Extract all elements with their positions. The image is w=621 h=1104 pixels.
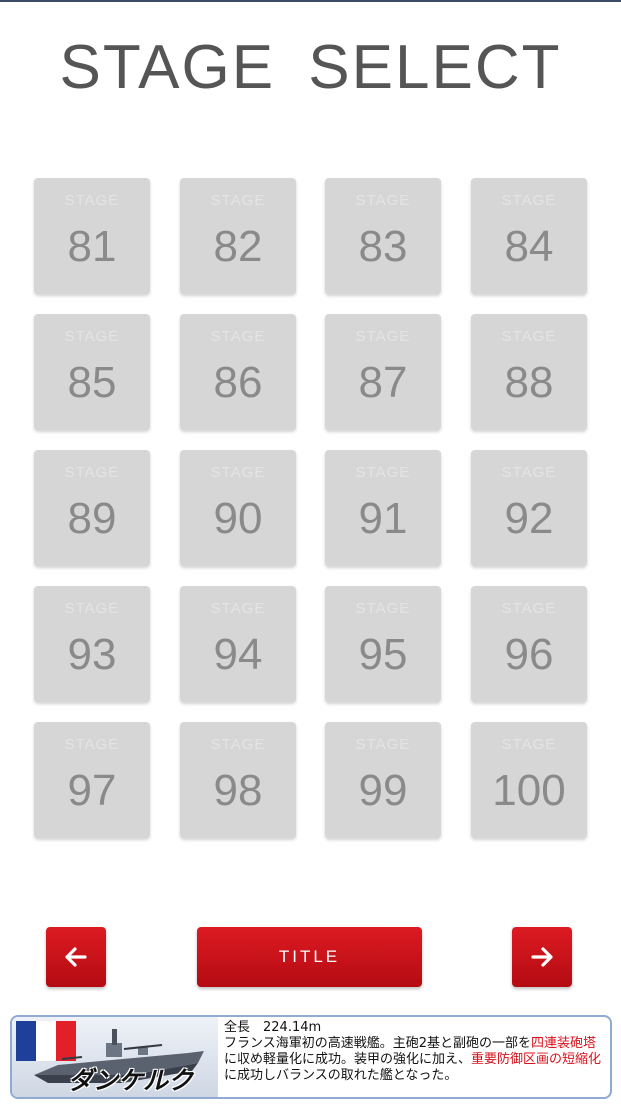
stage-caption: STAGE (210, 464, 266, 481)
prev-page-button[interactable] (46, 927, 106, 987)
stage-number: 93 (67, 630, 117, 679)
banner-description: 全長 224.14m フランス海軍初の高速戦艦。主砲2基と副砲の一部を四連装砲塔… (224, 1020, 608, 1084)
title-button-label: TITLE (278, 947, 341, 966)
stage-tile[interactable]: STAGE 84 (471, 178, 587, 294)
stage-number: 81 (67, 222, 117, 271)
stage-number: 83 (358, 222, 408, 271)
ad-banner[interactable]: ダンケルク 全長 224.14m フランス海軍初の高速戦艦。主砲2基と副砲の一部… (10, 1015, 612, 1099)
stage-caption: STAGE (355, 464, 411, 481)
stage-number: 98 (213, 766, 263, 815)
stage-caption: STAGE (210, 328, 266, 345)
stage-tile[interactable]: STAGE 87 (325, 314, 441, 430)
stage-number: 89 (67, 494, 117, 543)
stage-tile[interactable]: STAGE 98 (180, 722, 296, 838)
desc-text-3: に成功しバランスの取れた艦となった。 (224, 1068, 458, 1083)
stage-number: 99 (358, 766, 408, 815)
stage-number: 95 (358, 630, 408, 679)
arrow-right-icon (531, 947, 553, 967)
stage-tile[interactable]: STAGE 95 (325, 586, 441, 702)
stage-caption: STAGE (501, 736, 557, 753)
stage-tile[interactable]: STAGE 89 (34, 450, 150, 566)
stage-number: 87 (358, 358, 408, 407)
stage-caption: STAGE (64, 736, 120, 753)
arrow-left-icon (65, 947, 87, 967)
stage-number: 92 (504, 494, 554, 543)
stage-number: 84 (504, 222, 554, 271)
page-title: STAGE SELECT (59, 33, 562, 102)
desc-text-2: に収め軽量化に成功。装甲の強化に加え、 (224, 1052, 472, 1067)
stage-tile[interactable]: STAGE 96 (471, 586, 587, 702)
title-button[interactable]: TITLE (197, 927, 422, 987)
stage-number: 97 (67, 766, 117, 815)
stage-tile[interactable]: STAGE 99 (325, 722, 441, 838)
stage-caption: STAGE (210, 192, 266, 209)
stage-tile[interactable]: STAGE 90 (180, 450, 296, 566)
stage-number: 88 (504, 358, 554, 407)
stage-tile[interactable]: STAGE 94 (180, 586, 296, 702)
stage-caption: STAGE (355, 736, 411, 753)
desc-highlight-1: 四連装砲塔 (531, 1036, 597, 1051)
stage-caption: STAGE (355, 192, 411, 209)
stage-number: 100 (492, 766, 566, 815)
stage-caption: STAGE (501, 600, 557, 617)
stage-caption: STAGE (64, 192, 120, 209)
stage-tile[interactable]: STAGE 97 (34, 722, 150, 838)
stage-caption: STAGE (355, 600, 411, 617)
stage-number: 91 (358, 494, 408, 543)
stage-caption: STAGE (501, 464, 557, 481)
ship-name: ダンケルク (68, 1066, 194, 1095)
france-flag-blue (16, 1021, 36, 1061)
stage-tile[interactable]: STAGE 83 (325, 178, 441, 294)
stage-tile[interactable]: STAGE 91 (325, 450, 441, 566)
stage-caption: STAGE (64, 328, 120, 345)
desc-highlight-2: 重要防御区画の短縮化 (471, 1052, 602, 1067)
stage-number: 94 (213, 630, 263, 679)
france-flag-white (36, 1021, 56, 1061)
stage-caption: STAGE (355, 328, 411, 345)
stage-number: 85 (67, 358, 117, 407)
desc-text-1: フランス海軍初の高速戦艦。主砲2基と副砲の一部を (224, 1036, 532, 1051)
stage-tile[interactable]: STAGE 93 (34, 586, 150, 702)
ship-description: フランス海軍初の高速戦艦。主砲2基と副砲の一部を四連装砲塔に収め軽量化に成功。装… (224, 1036, 608, 1084)
stage-tile[interactable]: STAGE 92 (471, 450, 587, 566)
stage-number: 82 (213, 222, 263, 271)
stage-tile[interactable]: STAGE 88 (471, 314, 587, 430)
stage-tile[interactable]: STAGE 81 (34, 178, 150, 294)
stage-tile[interactable]: STAGE 100 (471, 722, 587, 838)
banner-artwork: ダンケルク (12, 1017, 218, 1097)
stage-tile[interactable]: STAGE 85 (34, 314, 150, 430)
stage-caption: STAGE (210, 736, 266, 753)
stage-caption: STAGE (64, 600, 120, 617)
france-flag-red (56, 1021, 76, 1061)
top-rule (0, 0, 621, 2)
stage-number: 90 (213, 494, 263, 543)
stage-caption: STAGE (210, 600, 266, 617)
stage-tile[interactable]: STAGE 82 (180, 178, 296, 294)
ship-length: 全長 224.14m (224, 1020, 322, 1035)
stage-number: 86 (213, 358, 263, 407)
next-page-button[interactable] (512, 927, 572, 987)
stage-caption: STAGE (64, 464, 120, 481)
stage-caption: STAGE (501, 328, 557, 345)
stage-number: 96 (504, 630, 554, 679)
stage-tile[interactable]: STAGE 86 (180, 314, 296, 430)
stage-caption: STAGE (501, 192, 557, 209)
